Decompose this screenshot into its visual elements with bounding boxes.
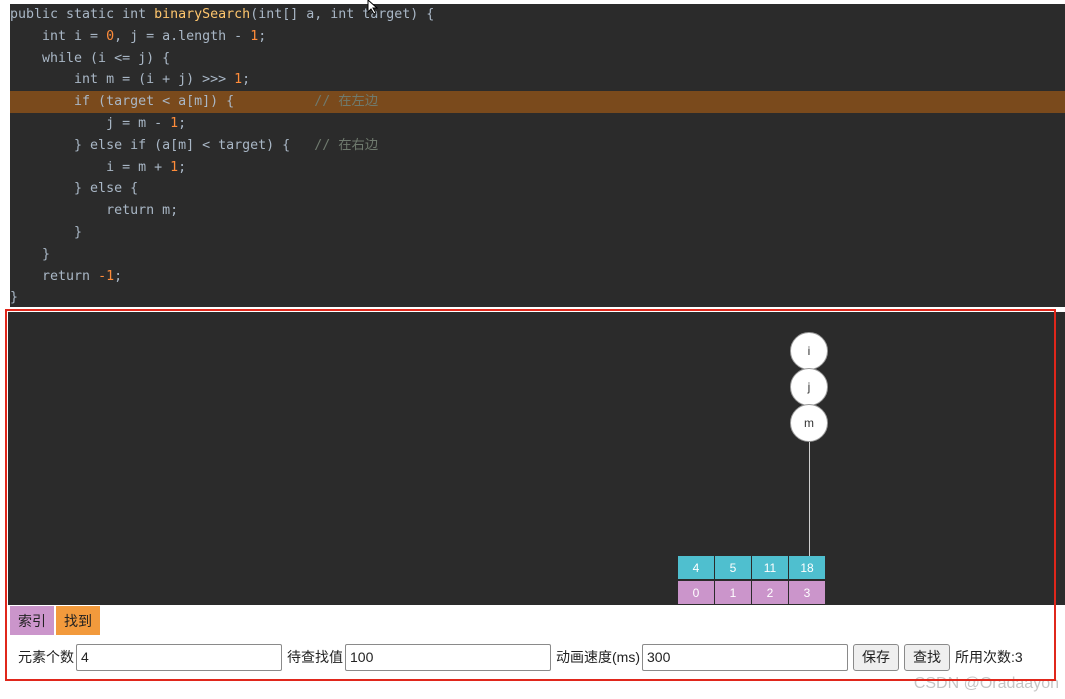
code-token: }	[10, 225, 83, 240]
watermark: CSDN @Oradaayon	[913, 675, 1059, 692]
code-token: int i =	[10, 28, 107, 44]
code-token: 1	[250, 28, 259, 44]
code-token: ;	[258, 28, 267, 44]
pointer-m: m	[790, 404, 828, 442]
target-input[interactable]	[345, 643, 551, 671]
legend: 索引 找到	[10, 606, 102, 635]
array-value-cell: 4	[678, 556, 714, 579]
speed-label: 动画速度(ms)	[556, 649, 640, 665]
code-token: return m;	[10, 203, 179, 219]
code-token: j = m -	[10, 116, 171, 131]
array-index-cell: 1	[715, 581, 751, 604]
code-token: // 在右边	[314, 137, 379, 153]
pointer-i: i	[790, 332, 828, 370]
target-label: 待查找值	[287, 649, 343, 665]
speed-input[interactable]	[642, 643, 848, 671]
code-line: }	[10, 222, 1065, 244]
save-button[interactable]: 保存	[853, 643, 899, 671]
code-token: }	[10, 290, 19, 306]
code-token: 1	[170, 159, 179, 175]
code-token: public static int	[10, 7, 155, 22]
code-line: }	[10, 287, 1065, 307]
code-token: 0	[106, 28, 115, 44]
code-line: int i = 0, j = a.length - 1;	[10, 26, 1065, 48]
code-token: int m = (i + j) >>>	[10, 72, 235, 88]
code-line: j = m - 1;	[10, 113, 1065, 135]
array-index-cell: 3	[789, 581, 825, 604]
array-value-cell: 11	[752, 556, 788, 579]
code-token: // 在左边	[314, 94, 379, 110]
code-line: int m = (i + j) >>> 1;	[10, 69, 1065, 91]
legend-index: 索引	[10, 606, 54, 635]
array-value-cell: 18	[789, 556, 825, 579]
code-line: public static int binarySearch(int[] a, …	[10, 4, 1065, 26]
array-value-cell: 5	[715, 556, 751, 579]
code-token: (int[] a, int target) {	[250, 7, 435, 22]
search-button[interactable]: 查找	[904, 643, 950, 671]
code-token: ;	[178, 116, 187, 131]
code-token: } else {	[10, 181, 139, 197]
count-label: 元素个数	[18, 649, 74, 665]
code-line: return -1;	[10, 266, 1065, 288]
code-line: while (i <= j) {	[10, 48, 1065, 70]
array-index-cell: 0	[678, 581, 714, 604]
legend-found: 找到	[56, 606, 100, 635]
code-line: if (target < a[m]) { // 在左边	[10, 91, 1065, 114]
code-token: binarySearch	[154, 7, 251, 22]
mouse-cursor-icon	[367, 0, 379, 14]
pointer-j: j	[790, 368, 828, 406]
code-token: 1	[234, 72, 243, 88]
code-token: while (i <= j) {	[10, 50, 171, 66]
code-token: return	[10, 268, 99, 284]
code-token: ;	[114, 268, 123, 284]
array-index-cell: 2	[752, 581, 788, 604]
code-token: if (target < a[m]) {	[10, 94, 315, 110]
pointer-line	[809, 442, 810, 556]
code-line: } else if (a[m] < target) { // 在右边	[10, 135, 1065, 157]
code-token: -1	[98, 268, 115, 284]
visualization-canvas: i j m 4 0 5 1 11 2 18 3	[8, 312, 1065, 605]
code-token: }	[10, 246, 51, 262]
code-editor: public static int binarySearch(int[] a, …	[10, 4, 1065, 307]
code-token: i = m +	[10, 159, 171, 175]
result-text: 所用次数:3	[955, 649, 1023, 665]
code-line: i = m + 1;	[10, 157, 1065, 179]
code-token: ;	[242, 72, 251, 88]
code-token: ;	[178, 159, 187, 175]
count-input[interactable]	[76, 643, 282, 671]
code-token: } else if (a[m] < target) {	[10, 137, 315, 153]
code-line: }	[10, 244, 1065, 266]
code-token: , j = a.length -	[114, 28, 251, 44]
code-token: 1	[170, 116, 179, 131]
code-line: return m;	[10, 200, 1065, 222]
code-line: } else {	[10, 178, 1065, 200]
control-bar: 元素个数 待查找值 动画速度(ms) 保存 查找 所用次数:3	[18, 643, 1025, 671]
